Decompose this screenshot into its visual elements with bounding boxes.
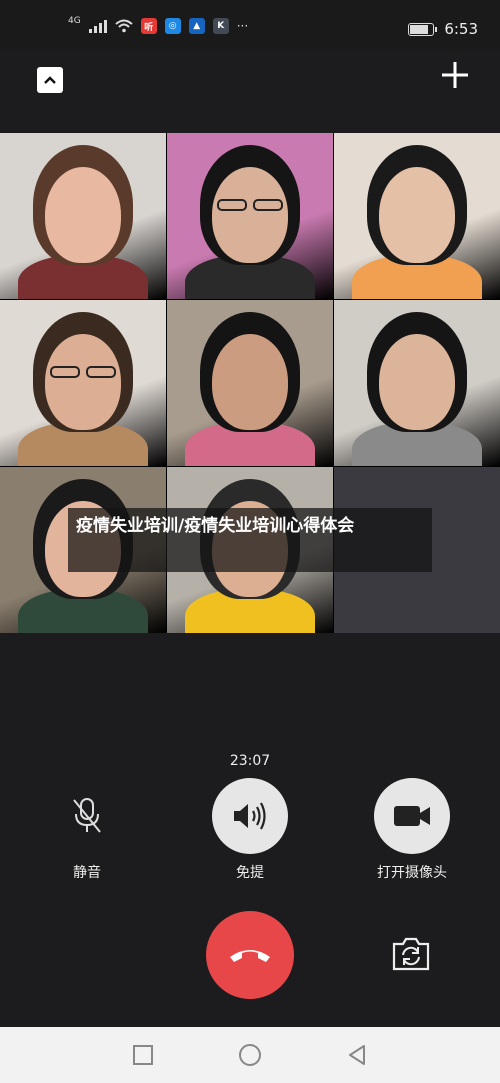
camera-button[interactable]: 打开摄像头 xyxy=(352,778,472,882)
app-notification-icon: 听 xyxy=(140,18,157,34)
call-timer: 23:07 xyxy=(229,753,271,769)
battery-icon xyxy=(408,22,438,36)
add-participant-button[interactable] xyxy=(440,60,470,90)
participant-glasses xyxy=(217,199,247,211)
mute-button[interactable]: 静音 xyxy=(27,778,147,882)
microphone-muted-icon xyxy=(73,798,101,833)
participant-face xyxy=(45,167,121,263)
phone-hangup-icon xyxy=(230,950,270,962)
mute-circle[interactable] xyxy=(49,778,125,854)
home-icon[interactable] xyxy=(238,1043,262,1067)
speaker-circle[interactable] xyxy=(212,778,288,854)
hang-up-button[interactable] xyxy=(206,911,294,999)
speaker-icon xyxy=(234,802,266,830)
network-type: 4G xyxy=(68,15,81,26)
participant-glasses xyxy=(253,199,283,211)
back-icon[interactable] xyxy=(345,1043,369,1067)
participant-face xyxy=(45,334,121,430)
video-camera-icon xyxy=(394,806,430,826)
participant-video-tile[interactable] xyxy=(334,300,500,466)
participant-video-tile[interactable] xyxy=(334,133,500,299)
participant-video-tile[interactable] xyxy=(167,300,333,466)
status-right: 6:53 xyxy=(408,20,478,38)
participant-glasses xyxy=(50,366,80,378)
status-left: 4G 听 ◎ ▲ K ··· xyxy=(68,15,249,34)
camera-label: 打开摄像头 xyxy=(377,865,447,881)
more-notifications-icon: ··· xyxy=(236,19,249,33)
recents-icon[interactable] xyxy=(131,1043,155,1067)
participant-video-tile[interactable] xyxy=(0,300,166,466)
app-notification-icon: ▲ xyxy=(188,18,205,34)
speaker-label: 免提 xyxy=(236,865,264,881)
participant-video-tile[interactable] xyxy=(167,133,333,299)
participant-face xyxy=(212,334,288,430)
call-title-banner: 疫情失业培训/疫情失业培训心得体会 xyxy=(68,508,432,572)
chevron-up-icon xyxy=(44,76,56,84)
app-notification-icon: ◎ xyxy=(164,18,181,34)
app-notification-icon: K xyxy=(212,18,229,34)
camera-circle[interactable] xyxy=(374,778,450,854)
signal-icon xyxy=(88,19,107,33)
wifi-icon xyxy=(115,19,133,33)
call-title: 疫情失业培训/疫情失业培训心得体会 xyxy=(76,516,355,536)
participant-face xyxy=(379,167,455,263)
speaker-button[interactable]: 免提 xyxy=(190,778,310,882)
participant-face xyxy=(212,167,288,263)
switch-camera-button[interactable] xyxy=(390,935,432,973)
clock: 6:53 xyxy=(444,20,478,38)
participant-glasses xyxy=(86,366,116,378)
participant-video-tile[interactable] xyxy=(0,133,166,299)
participant-face xyxy=(379,334,455,430)
system-nav-bar xyxy=(0,1027,500,1083)
status-bar: 4G 听 ◎ ▲ K ··· 6:53 xyxy=(0,0,500,50)
minimize-call-button[interactable] xyxy=(37,67,63,93)
mute-label: 静音 xyxy=(73,865,101,881)
